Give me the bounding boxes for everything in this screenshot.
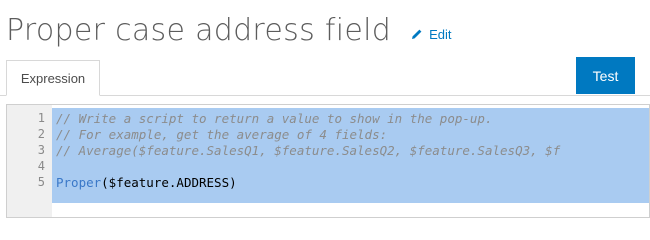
function-name: Proper xyxy=(56,174,102,190)
edit-label: Edit xyxy=(429,26,452,42)
code-comment: // Average($feature.SalesQ1, $feature.Sa… xyxy=(56,142,561,158)
code-line: 4 xyxy=(7,158,647,174)
line-number: 1 xyxy=(37,111,45,125)
code-comment: // For example, get the average of 4 fie… xyxy=(56,126,388,142)
code-line: 2 // For example, get the average of 4 f… xyxy=(7,126,647,142)
page-title: Proper case address field xyxy=(6,12,392,48)
pencil-icon xyxy=(412,29,422,39)
code-line: 5 Proper($feature.ADDRESS) xyxy=(7,174,647,190)
code-statement: Proper($feature.ADDRESS) xyxy=(56,175,237,190)
code-comment: // Write a script to return a value to s… xyxy=(56,110,493,126)
line-number: 3 xyxy=(37,143,45,157)
code-line: 1 // Write a script to return a value to… xyxy=(7,110,647,126)
function-args: ($feature.ADDRESS) xyxy=(101,174,237,190)
tab-bar: Expression xyxy=(0,60,650,96)
line-number: 4 xyxy=(37,159,45,173)
edit-title-link[interactable]: Edit xyxy=(411,26,452,42)
line-number: 5 xyxy=(37,175,45,189)
line-number: 2 xyxy=(37,127,45,141)
test-button[interactable]: Test xyxy=(576,57,635,94)
code-editor[interactable]: 1 // Write a script to return a value to… xyxy=(6,104,650,218)
tab-expression[interactable]: Expression xyxy=(6,60,100,96)
code-line: 3 // Average($feature.SalesQ1, $feature.… xyxy=(7,142,647,158)
page-header: Proper case address field Edit xyxy=(6,4,452,56)
